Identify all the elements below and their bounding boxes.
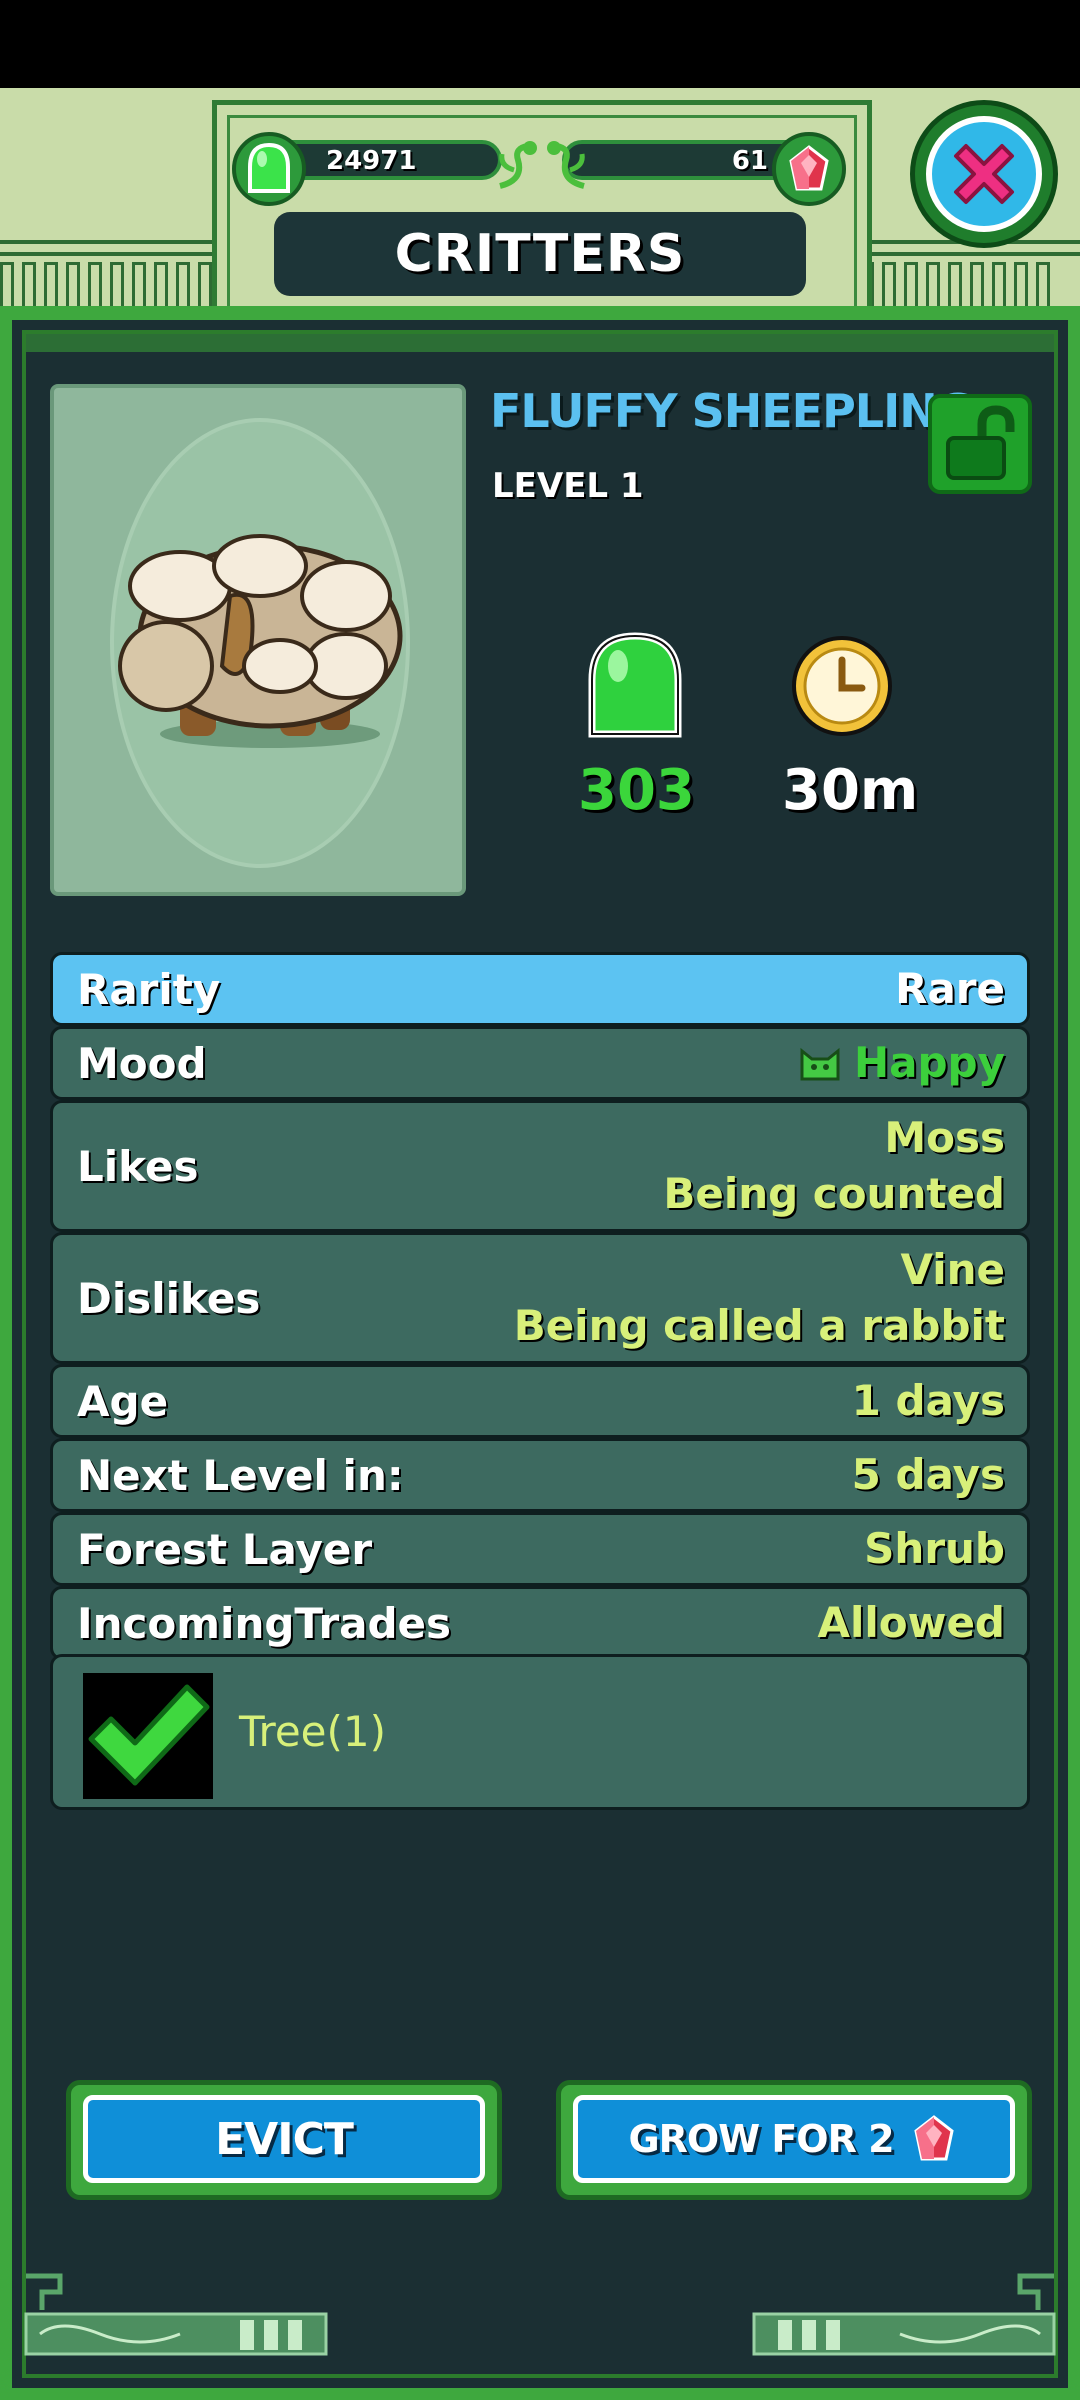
info-value: 1 days (851, 1376, 1005, 1425)
info-row-age: Age 1 days (50, 1364, 1030, 1438)
jelly-count: 24971 (326, 146, 417, 176)
info-value: Allowed (817, 1598, 1005, 1647)
page-title-box: CRITTERS (274, 212, 806, 296)
info-value: Rare (895, 964, 1005, 1013)
info-row-forest-layer: Forest Layer Shrub (50, 1512, 1030, 1586)
critter-level: LEVEL 1 (492, 466, 644, 506)
status-bar (0, 0, 1080, 88)
info-row-incoming-trades[interactable]: IncomingTrades Allowed (50, 1586, 1030, 1660)
info-value: Moss Being counted (663, 1113, 1005, 1218)
header-left-rail (0, 262, 212, 310)
jelly-icon (232, 132, 306, 206)
red-gem-icon (913, 2115, 954, 2161)
vine-ornament-icon (547, 141, 585, 189)
info-row-rarity: Rarity Rare (50, 952, 1030, 1026)
grow-button-label: GROW FOR 2 (628, 2117, 894, 2161)
page-title: CRITTERS (394, 224, 686, 284)
info-label: Age (77, 1376, 169, 1426)
info-value: Happy (796, 1035, 1005, 1091)
vine-ornament-icon (499, 141, 537, 189)
close-button[interactable] (910, 100, 1058, 248)
info-value: Vine Being called a rabbit (513, 1245, 1005, 1350)
info-row-mood: Mood Happy (50, 1026, 1030, 1100)
gem-icon (772, 132, 846, 206)
info-label: Next Level in: (77, 1450, 404, 1500)
checkmark-icon (83, 1673, 213, 1799)
header-right-rail (860, 262, 1050, 310)
info-row-next-level: Next Level in: 5 days (50, 1438, 1030, 1512)
critter-name: FLUFFY SHEEPLING (490, 384, 974, 438)
cat-face-icon (800, 1047, 840, 1081)
footer-ornament-left (24, 2273, 328, 2356)
footer-ornament-right (752, 2273, 1056, 2356)
habitat-label: Tree(1) (239, 1707, 386, 1756)
info-row-likes: Likes Moss Being counted (50, 1100, 1030, 1232)
sheep-critter-image (118, 534, 403, 748)
info-label: IncomingTrades (77, 1598, 452, 1648)
info-value: 5 days (851, 1450, 1005, 1499)
grow-button[interactable]: GROW FOR 2 (556, 2080, 1032, 2200)
info-label: Forest Layer (77, 1524, 373, 1574)
info-label: Dislikes (77, 1273, 261, 1323)
info-row-dislikes: Dislikes Vine Being called a rabbit (50, 1232, 1030, 1364)
currency-bar: 24971 61 (232, 132, 852, 206)
critter-portrait (50, 384, 466, 896)
info-label: Likes (77, 1141, 199, 1191)
unlocked-padlock-icon (946, 405, 1015, 480)
info-label: Mood (77, 1038, 207, 1088)
gem-count: 61 (731, 146, 768, 176)
jelly-icon (588, 632, 682, 738)
lock-toggle-button[interactable] (928, 394, 1032, 494)
close-x-icon (926, 116, 1042, 232)
timer-value: 30m (782, 758, 919, 823)
evict-button[interactable]: EVICT (66, 2080, 502, 2200)
info-label: Rarity (77, 964, 221, 1014)
clock-icon (792, 636, 892, 736)
evict-button-label: EVICT (215, 2113, 354, 2165)
critter-info-list: Rarity Rare Mood Happy Likes Moss Being … (50, 952, 1030, 1660)
habitat-requirement-row: Tree(1) (50, 1654, 1030, 1810)
info-value: Shrub (864, 1524, 1005, 1573)
jelly-output-value: 303 (578, 758, 695, 823)
